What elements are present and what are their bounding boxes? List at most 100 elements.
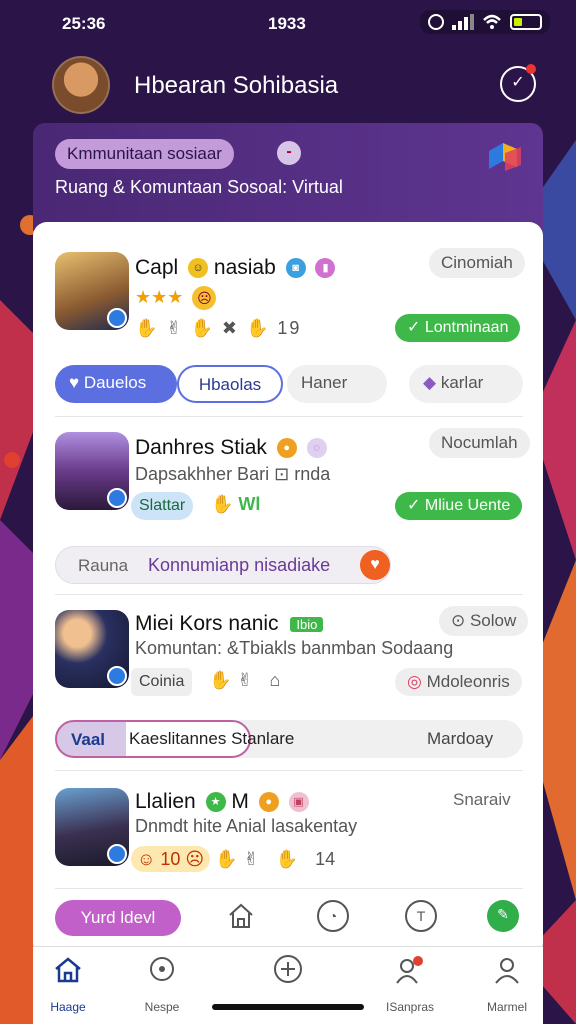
divider [55,594,523,595]
post-action-button[interactable]: ◎ Mdoleonris [395,668,522,696]
verified-badge-icon [107,844,127,864]
rating-stars: ★★★ ☹ [135,286,217,310]
reaction-count: Wl [238,494,261,514]
reaction-row: ✋ Wl [211,494,261,514]
bottom-nav: Haage Nespe ISanpras Marmel [33,946,543,1024]
post-subtitle-tail: rnda [294,464,331,484]
post-author-name: Miei Kors nanic [135,612,279,635]
tab-kaeslitannes[interactable]: Kaeslitannes Stanlare [129,729,294,749]
post-action-label: Mliue Uente [424,497,511,514]
camera-icon: ◙ [285,258,306,279]
divider [55,770,523,771]
leaf-icon[interactable]: ✎ [487,900,519,932]
reaction-chip: ☺ 10 ☹ [131,846,211,872]
cube-icon[interactable] [485,139,525,173]
post-item[interactable]: Danhres Stiak ● ◌ Dapsakhher Bari ⊡ rnda… [33,428,543,522]
timer-icon[interactable]: T [405,900,437,932]
profile-icon [495,958,519,984]
nav-add[interactable] [248,955,328,1000]
post-avatar[interactable] [55,432,129,510]
nav-label: Marmel [486,1000,527,1014]
emoji-icon: ☹ [192,286,217,310]
tag-icon: ▣ [288,792,309,813]
post-subtitle-text: Dapsakhher Bari [135,464,270,484]
signal-icon [452,14,474,30]
collapse-icon[interactable]: - [277,141,301,165]
community-chip[interactable]: Kmmunitaan sosiaar [55,139,234,169]
reaction-row: ☺ 10 ☹ ✋✌ ✋ 14 [131,846,335,872]
tab-dauelos[interactable]: ♥ Dauelos [55,365,177,403]
nav-discover[interactable]: Nespe [122,955,202,1014]
post-tag[interactable]: Snaraiv [453,790,511,810]
post-subtitle: Dapsakhher Bari ⊡ rnda [135,464,330,485]
post-chip[interactable]: Coinia [131,668,193,696]
post-avatar[interactable] [55,788,129,866]
home-indicator [212,1004,364,1010]
post-avatar[interactable] [55,252,129,330]
tab-karlar[interactable]: ◆ karlar [409,365,523,403]
post-author[interactable]: Danhres Stiak ● ◌ [135,436,327,460]
post-author-name: Capl [135,256,179,279]
post-tag[interactable]: Nocumlah [429,428,530,458]
avatar[interactable] [52,56,110,114]
notification-bell-icon[interactable]: ✓ [500,64,536,102]
wifi-icon [483,14,501,29]
tab-label: Dauelos [83,373,147,392]
post-author-name: Danhres Stiak [135,436,267,459]
page-title: Hbearan Sohibasia [134,72,339,99]
tab-mardoay[interactable]: Mardoay [427,729,493,749]
post-tag[interactable]: Cinomiah [429,248,525,278]
nav-label: Haage [50,1000,86,1014]
tab-hbaolas[interactable]: Hbaolas [177,365,283,403]
coin-icon: ● [276,438,297,459]
nav-groups[interactable]: ISanpras [370,955,450,1014]
verified-badge-icon [107,488,127,508]
secondary-tabs: Vaal Kaeslitannes Stanlare Mardoay [55,720,523,758]
post-author-tail: M [231,790,249,813]
post-action-button[interactable]: ✓ Mliue Uente [395,492,523,520]
clock-icon[interactable]: ◔ [317,900,349,932]
post-action-button[interactable]: ✓ Lontminaan [395,314,521,342]
heart-icon[interactable]: ♥ [360,550,390,580]
tag-icon: ▮ [315,258,336,279]
groups-icon [396,956,423,984]
feed-card: Capl ☺ nasiab ◙ ▮ ★★★ ☹ ✋ ✌ ✋ ✖ ✋ 19 Cin… [33,222,543,957]
nav-label: ISanpras [385,1000,435,1014]
reaction-row: ✋ ✌ ✋ ✖ ✋ 19 [135,318,302,338]
post-author-tail: nasiab [213,256,276,279]
post-author[interactable]: Capl ☺ nasiab ◙ ▮ [135,256,336,280]
verified-badge-icon [107,308,127,328]
reaction-total: 14 [315,849,336,869]
post-chip[interactable]: Slattar [131,492,194,520]
nav-profile[interactable]: Marmel [467,955,547,1014]
post-action-label: Mdoleonris [426,672,510,691]
post-item[interactable]: Capl ☺ nasiab ◙ ▮ ★★★ ☹ ✋ ✌ ✋ ✖ ✋ 19 Cin… [33,248,543,342]
post-subtitle: Dnmdt hite Anial lasakentay [135,816,358,836]
post-author-name: Llalien [135,790,196,813]
post-item[interactable]: Miei Kors nanic Ibio Komuntan: &Tbiakls … [33,606,543,700]
star-icon: ★ [205,792,226,813]
home-outline-icon[interactable] [225,900,257,932]
community-bar-main: Konnumianp nisadiake [148,555,331,575]
nav-label: Nespe [144,1000,180,1014]
post-subtitle: Komuntan: &Tbiakls banmban Sodaang [135,638,454,658]
nav-home[interactable]: Haage [28,955,108,1014]
post-item[interactable]: Llalien ★ M ● ▣ Dnmdt hite Anial lasaken… [33,788,543,878]
filter-tabs: ♥ Dauelos Hbaolas Haner ◆ karlar [55,365,523,403]
post-author[interactable]: Miei Kors nanic Ibio [135,612,324,636]
divider [55,416,523,417]
tab-haner[interactable]: Haner [287,365,387,403]
notification-dot [526,64,536,74]
primary-action-button[interactable]: Yurd ldevl [55,900,181,936]
tab-label: karlar [440,373,484,392]
post-author[interactable]: Llalien ★ M ● ▣ [135,790,309,814]
status-time: 25:36 [62,14,106,33]
coin-icon: ● [258,792,279,813]
community-banner: Kmmunitaan sosiaar - Ruang & Komuntaan S… [33,123,543,231]
status-bar: 25:36 1933 [0,0,576,50]
post-badge: Ibio [290,616,324,632]
community-search-bar[interactable]: Rauna Konnumianp nisadiake ♥ [55,546,391,584]
post-tag[interactable]: ⊙ Solow [439,606,529,636]
post-avatar[interactable] [55,610,129,688]
status-icons [420,10,550,34]
